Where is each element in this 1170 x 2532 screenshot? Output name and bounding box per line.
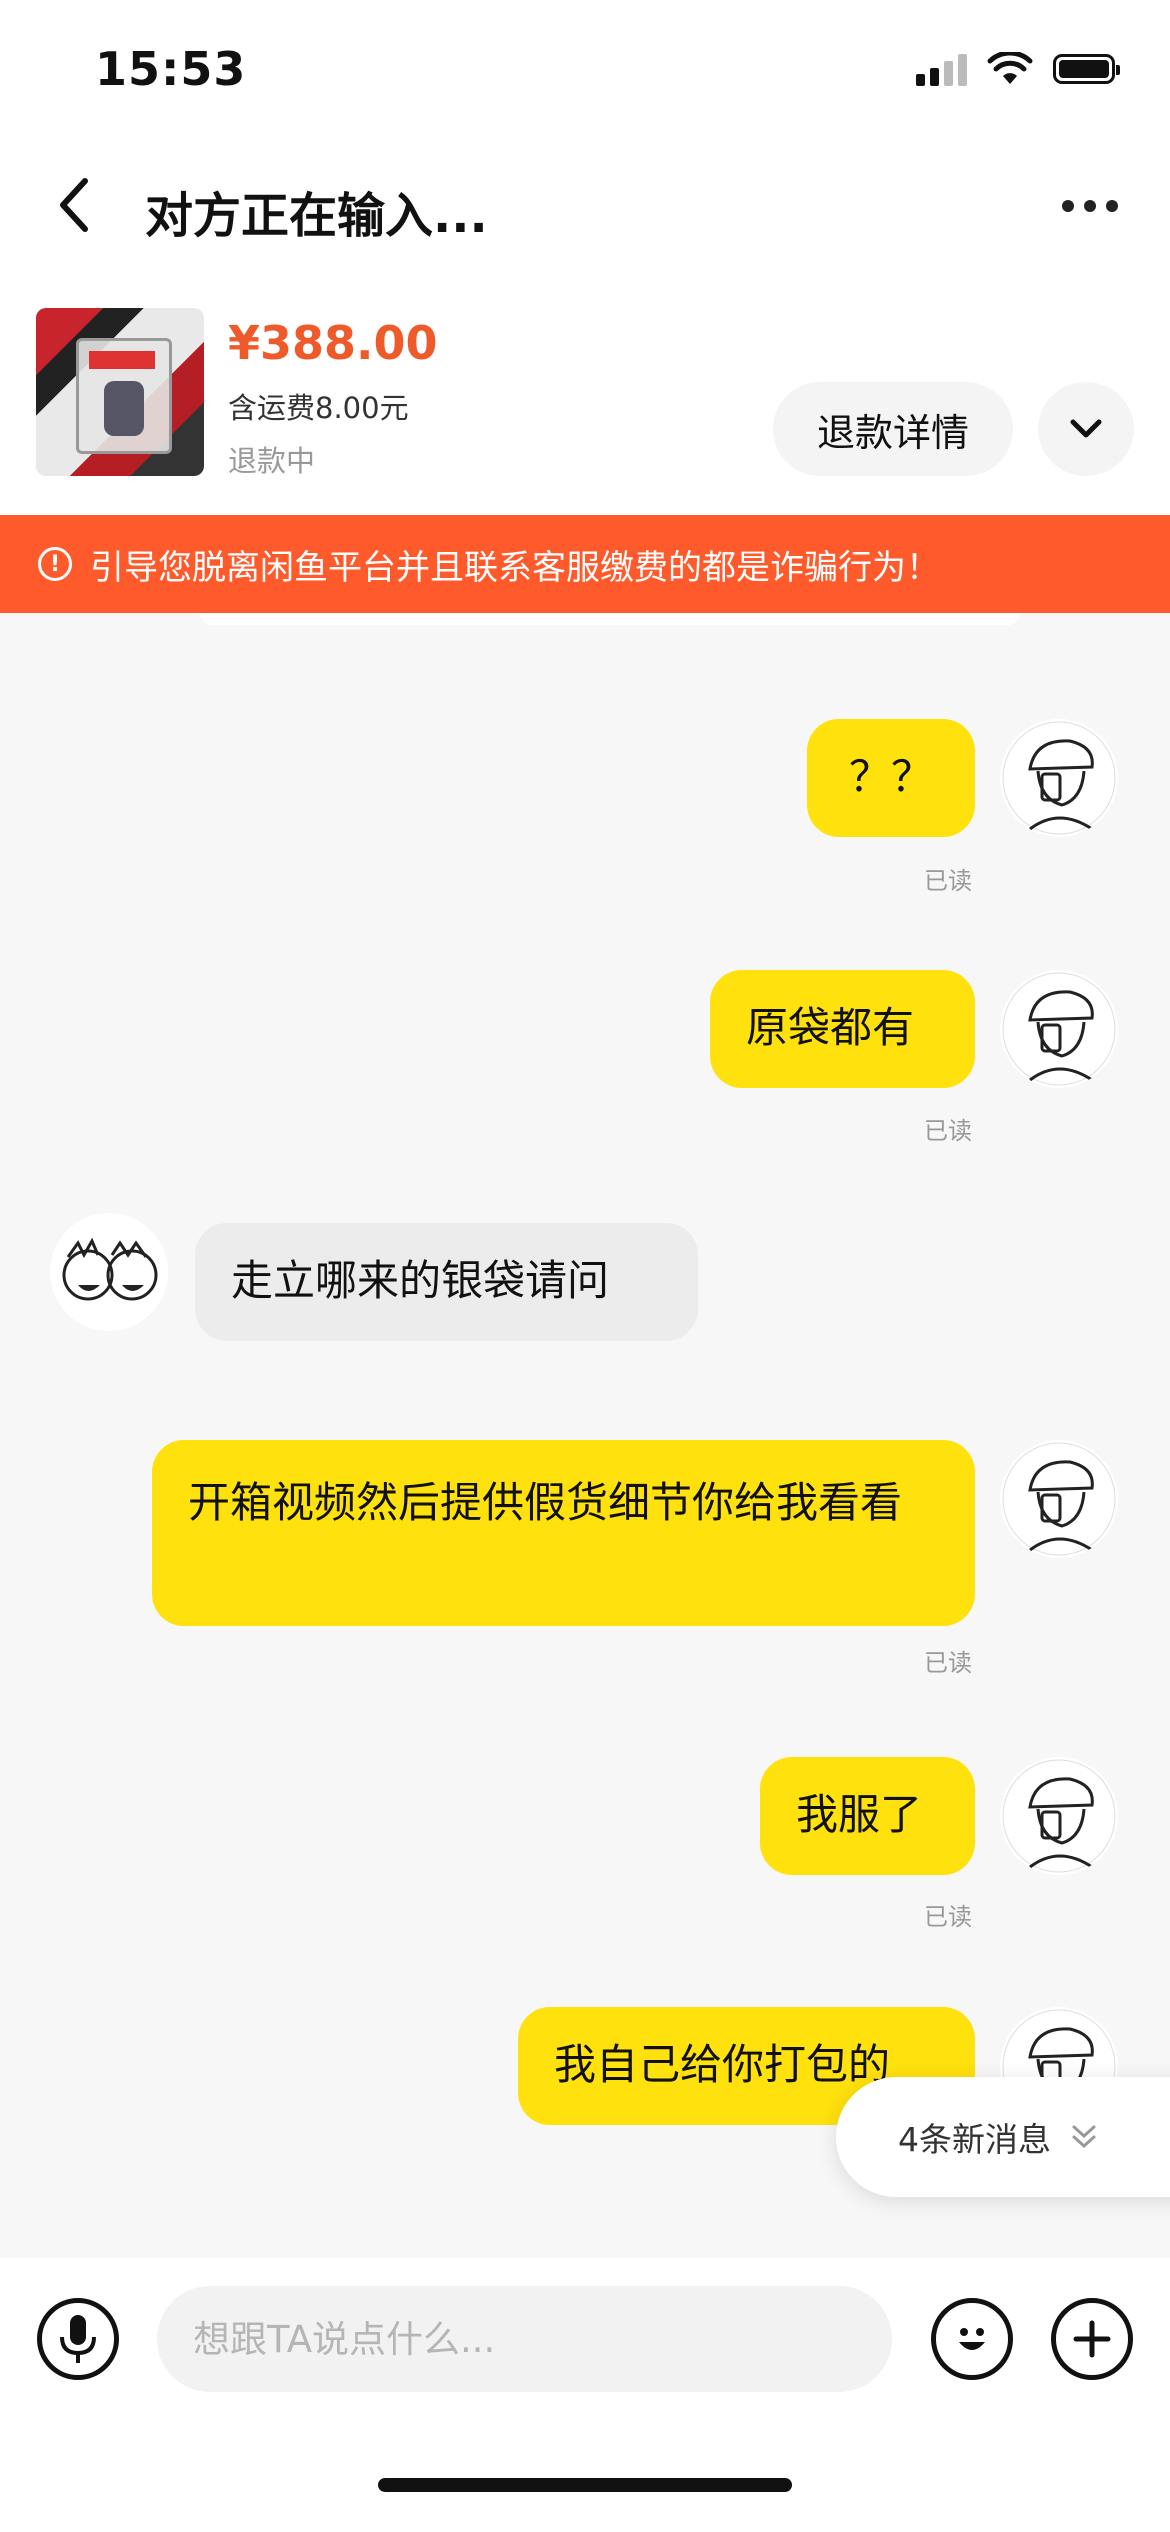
product-thumbnail[interactable]: [36, 308, 204, 476]
fraud-warning-banner: ! 引导您脱离闲鱼平台并且联系客服缴费的都是诈骗行为！: [0, 515, 1170, 613]
product-card[interactable]: ¥388.00 含运费8.00元 退款中 退款详情: [0, 290, 1170, 515]
double-chevron-down-icon: [1072, 2125, 1096, 2149]
emoji-button[interactable]: [931, 2298, 1013, 2380]
battery-icon: [1053, 54, 1120, 84]
collapse-button[interactable]: [1038, 382, 1134, 476]
order-status: 退款中: [228, 444, 316, 478]
my-avatar[interactable]: [1000, 719, 1118, 837]
input-bar: [0, 2258, 1170, 2532]
new-messages-label: 4条新消息: [898, 2120, 1051, 2159]
status-time: 15:53: [95, 42, 247, 96]
status-bar: 15:53: [0, 0, 1170, 140]
previous-message-edge: [200, 613, 1020, 625]
message-bubble[interactable]: 原袋都有: [710, 970, 975, 1088]
refund-details-button[interactable]: 退款详情: [773, 382, 1013, 476]
plus-icon: [1073, 2320, 1111, 2358]
read-receipt: 已读: [924, 1903, 972, 1931]
read-receipt: 已读: [924, 867, 972, 895]
cellular-signal-icon: [916, 52, 967, 86]
warning-icon: !: [38, 547, 72, 581]
my-avatar[interactable]: [1000, 1757, 1118, 1875]
chevron-down-icon: [1070, 419, 1102, 438]
read-receipt: 已读: [924, 1117, 972, 1145]
message-bubble[interactable]: 走立哪来的银袋请问: [195, 1223, 698, 1341]
warning-text: 引导您脱离闲鱼平台并且联系客服缴费的都是诈骗行为！: [90, 547, 940, 588]
back-button[interactable]: [40, 170, 110, 240]
message-bubble[interactable]: 开箱视频然后提供假货细节你给我看看: [152, 1440, 975, 1626]
more-button[interactable]: [1050, 176, 1130, 236]
message-bubble[interactable]: ？？: [807, 719, 975, 837]
status-icons: [916, 52, 1120, 86]
wifi-icon: [987, 52, 1033, 84]
chat-area[interactable]: ？？ 已读 原袋都有 已读 走立哪来的银袋请问 开箱视频然后提供假货细节你给我看…: [0, 613, 1170, 2258]
voice-button[interactable]: [37, 2298, 119, 2380]
chat-title: 对方正在输入...: [145, 188, 488, 244]
message-input[interactable]: [157, 2286, 892, 2392]
product-price: ¥388.00: [228, 316, 438, 370]
microphone-icon: [60, 2315, 96, 2363]
home-indicator[interactable]: [378, 2478, 792, 2492]
message-bubble[interactable]: 我服了: [760, 1757, 975, 1875]
more-icon: [1062, 200, 1074, 212]
other-avatar[interactable]: [50, 1213, 168, 1331]
new-messages-button[interactable]: 4条新消息: [836, 2077, 1170, 2197]
my-avatar[interactable]: [1000, 970, 1118, 1088]
read-receipt: 已读: [924, 1649, 972, 1677]
back-arrow-icon: [60, 178, 88, 232]
shipping-fee: 含运费8.00元: [228, 391, 409, 425]
nav-bar: 对方正在输入...: [0, 140, 1170, 290]
my-avatar[interactable]: [1000, 1440, 1118, 1558]
emoji-icon: [959, 2328, 985, 2350]
add-button[interactable]: [1051, 2298, 1133, 2380]
